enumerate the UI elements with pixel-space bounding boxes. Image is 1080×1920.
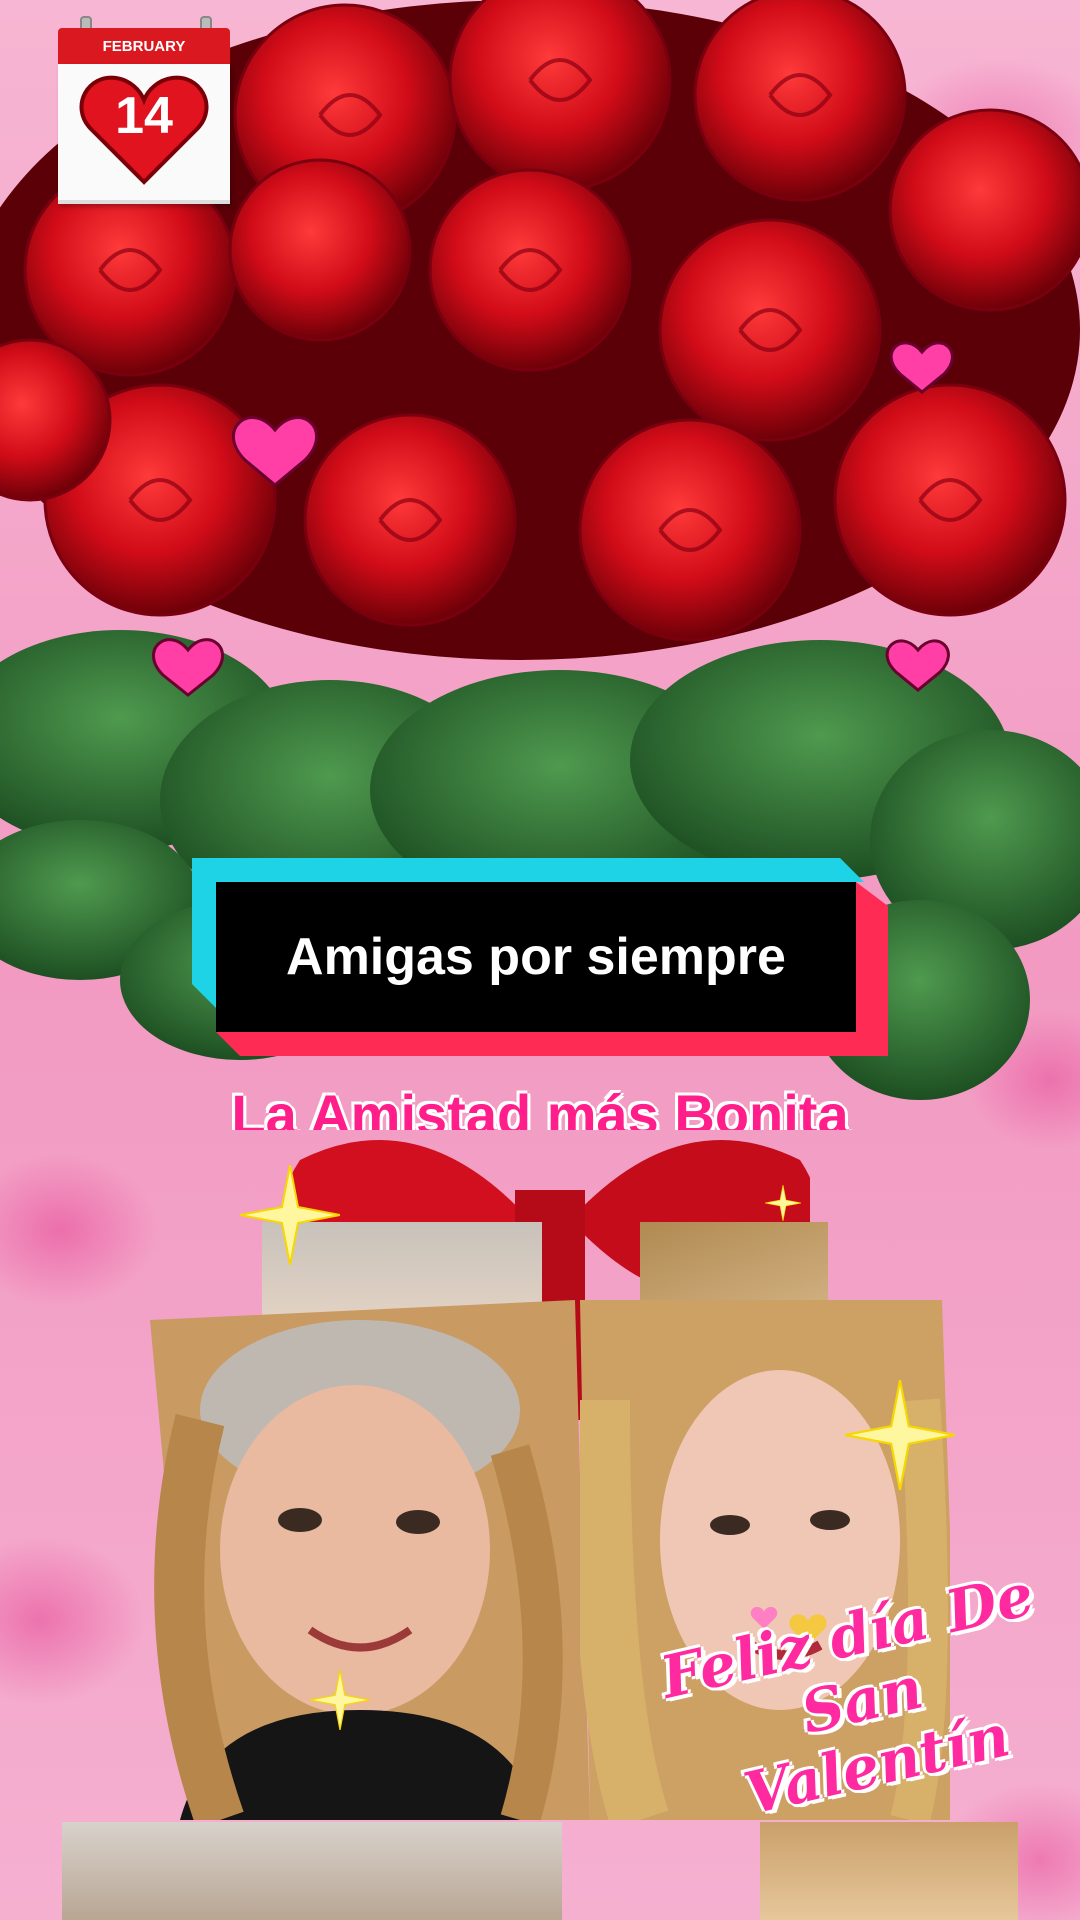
caption-box: Amigas por siempre: [192, 858, 888, 1058]
caption-background: Amigas por siempre: [216, 882, 856, 1032]
calendar-month: FEBRUARY: [58, 28, 230, 64]
sparkle-icon: [845, 1380, 955, 1490]
photo-image: [62, 1822, 562, 1920]
photo-image: [150, 1300, 590, 1820]
sparkle-icon: [310, 1670, 370, 1730]
caption-text: Amigas por siempre: [286, 928, 786, 986]
calendar-day: 14: [115, 87, 173, 145]
calendar-icon: FEBRUARY 14: [58, 16, 230, 204]
sparkle-icon: [765, 1185, 801, 1221]
subtitle-text: La Amistad más Bonita: [231, 1083, 849, 1130]
sparkle-icon: [240, 1165, 340, 1265]
photo-image: [760, 1822, 1018, 1920]
